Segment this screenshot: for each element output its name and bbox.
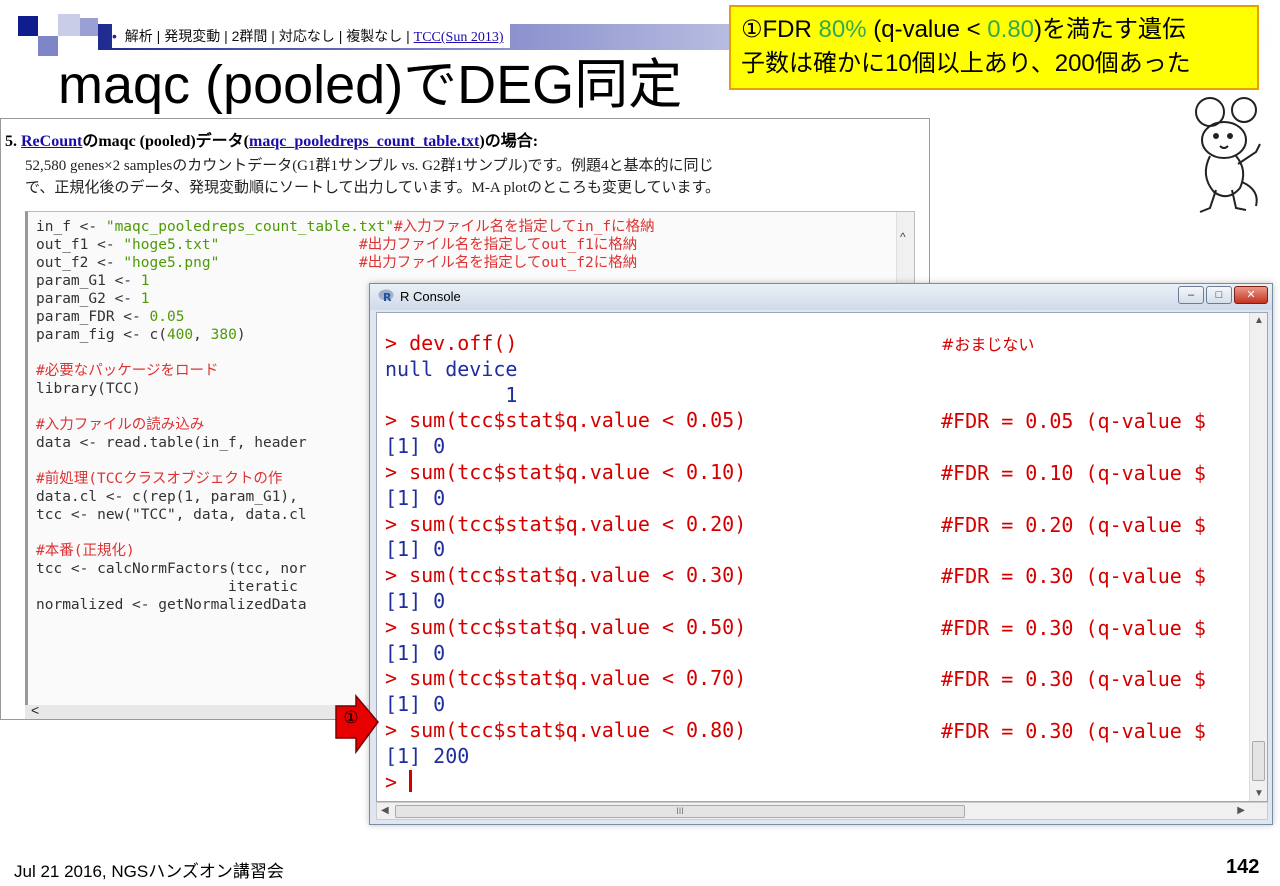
scroll-down-icon[interactable]: ▼: [1254, 788, 1264, 799]
svg-text:R: R: [383, 291, 392, 303]
heading-number: 5.: [5, 133, 21, 150]
scrollbar-thumb[interactable]: [1252, 741, 1265, 781]
callout-line1: ①FDR 80% (q-value < 0.80)を満たす遺伝: [741, 16, 1187, 43]
window-title: R Console: [400, 289, 461, 304]
breadcrumb-text: 解析 | 発現変動 | 2群間 | 対応なし | 複製なし |: [124, 28, 410, 44]
console-horizontal-scrollbar[interactable]: ◀ III ▶: [376, 802, 1268, 820]
scroll-right-icon[interactable]: ▶: [1237, 805, 1245, 816]
maximize-button[interactable]: □: [1206, 286, 1232, 304]
description-line: で、正規化後のデータ、発現変動順にソートして出力しています。M-A plotのと…: [25, 180, 721, 196]
text-cursor: [409, 769, 413, 792]
breadcrumb-link-tcc[interactable]: TCC(Sun 2013): [414, 30, 504, 45]
marker-label: ①: [343, 708, 359, 727]
page-number: 142: [1226, 856, 1260, 878]
section-heading: 5. ReCountのmaqc (pooled)データ(maqc_pooledr…: [5, 127, 538, 151]
console-comments: #おまじない #FDR = 0.05 (q-value $ #FDR = 0.1…: [941, 335, 1206, 743]
slide-decoration-square: [18, 16, 38, 36]
r-logo-icon: R: [378, 289, 394, 303]
console-output-area[interactable]: > dev.off() null device 1 > sum(tcc$stat…: [376, 312, 1268, 802]
heading-text: のmaqc (pooled)データ(: [82, 133, 250, 150]
slide-footer: Jul 21 2016, NGSハンズオン講習会: [14, 862, 284, 881]
red-arrow-marker-icon: [335, 694, 379, 755]
scrollbar-thumb[interactable]: III: [395, 805, 965, 818]
breadcrumb: • 解析 | 発現変動 | 2群間 | 対応なし | 複製なし | TCC(Su…: [112, 24, 510, 48]
count-table-link[interactable]: maqc_pooledreps_count_table.txt: [249, 133, 479, 150]
window-titlebar[interactable]: R R Console – □ ✕: [370, 284, 1272, 310]
scroll-left-icon[interactable]: ◀: [381, 805, 389, 816]
close-button[interactable]: ✕: [1234, 286, 1268, 304]
minimize-button[interactable]: –: [1178, 286, 1204, 304]
slide-decoration-square: [38, 36, 58, 56]
scroll-up-icon[interactable]: ▲: [1254, 315, 1264, 326]
console-text: > dev.off() null device 1 > sum(tcc$stat…: [385, 331, 747, 794]
heading-end: )の場合:: [479, 133, 539, 150]
console-vertical-scrollbar[interactable]: ▲ ▼: [1249, 313, 1267, 801]
slide-decoration-square: [80, 18, 98, 36]
bullet-icon: •: [112, 28, 117, 44]
scroll-left-icon[interactable]: <: [31, 702, 39, 718]
mouse-mascot-icon: [1195, 97, 1261, 213]
callout-note: ①FDR 80% (q-value < 0.80)を満たす遺伝 子数は確かに10…: [729, 5, 1259, 90]
description-line: 52,580 genes×2 samplesのカウントデータ(G1群1サンプル …: [25, 158, 714, 174]
slide-decoration-square: [58, 14, 80, 36]
scroll-up-icon[interactable]: ^: [900, 230, 906, 244]
section-description: 52,580 genes×2 samplesのカウントデータ(G1群1サンプル …: [25, 155, 720, 199]
r-console-window[interactable]: R R Console – □ ✕ > dev.off() null devic…: [369, 283, 1273, 825]
callout-line2: 子数は確かに10個以上あり、200個あった: [741, 50, 1191, 77]
slide-title: maqc (pooled)でDEG同定: [58, 55, 683, 115]
recount-link[interactable]: ReCount: [21, 133, 82, 150]
